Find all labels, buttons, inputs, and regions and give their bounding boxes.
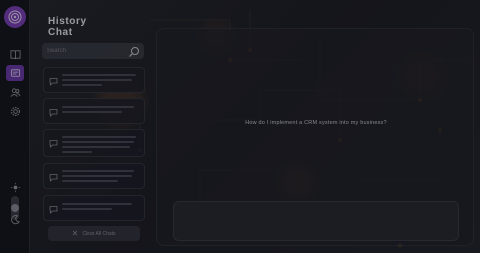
moon-icon[interactable]	[6, 213, 24, 225]
users-icon[interactable]	[6, 84, 24, 100]
history-title: History Chat	[48, 16, 87, 38]
chat-history-item[interactable]	[43, 163, 145, 189]
search-box	[42, 43, 144, 59]
chat-history-item[interactable]	[43, 129, 145, 157]
chat-message: How do I implement a CRM system into my …	[245, 120, 387, 126]
sidebar-rail	[0, 0, 30, 253]
clear-all-chats-button[interactable]: Clear All Chats	[48, 226, 140, 241]
message-input[interactable]	[182, 208, 432, 236]
chat-bubble-icon	[49, 201, 58, 214]
search-input[interactable]	[47, 46, 123, 56]
close-icon	[72, 230, 78, 238]
chat-history-item[interactable]	[43, 67, 145, 93]
chat-history-item[interactable]	[43, 98, 145, 124]
gear-icon[interactable]	[6, 103, 24, 119]
message-composer	[173, 201, 459, 241]
search-icon[interactable]	[128, 45, 140, 57]
chat-bubble-icon	[49, 135, 58, 148]
history-panel: History Chat Search Clear All Chats	[40, 10, 148, 246]
chat-main-panel: How do I implement a CRM system into my …	[156, 28, 474, 246]
book-icon[interactable]	[6, 46, 24, 62]
chat-bubble-icon	[49, 169, 58, 182]
chat-history-item[interactable]	[43, 195, 145, 221]
sun-icon[interactable]	[6, 181, 24, 193]
toggle-knob	[11, 204, 19, 212]
clear-all-chats-label: Clear All Chats	[82, 230, 116, 237]
brain-target-icon[interactable]	[4, 6, 26, 28]
chat-bubble-icon	[49, 73, 58, 86]
chat-history-icon[interactable]	[6, 65, 24, 81]
chat-bubble-icon	[49, 104, 58, 117]
